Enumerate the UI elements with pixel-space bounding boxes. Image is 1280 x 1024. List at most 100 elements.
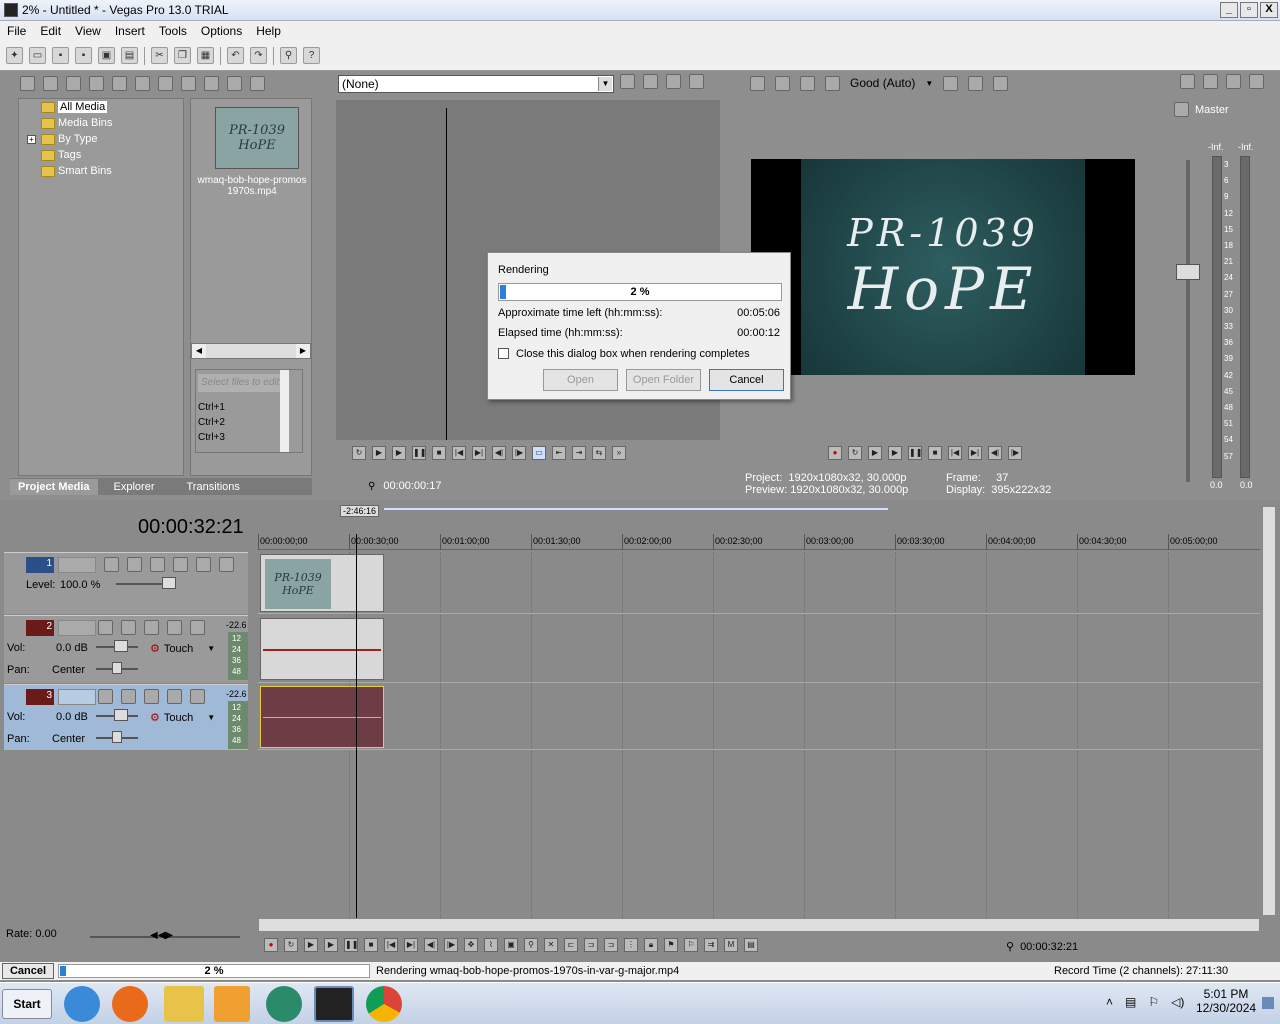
track-header-3[interactable]: 3 -22.6 12 24 36 48 Vol: 0.0 dB ⚙ Touch …: [4, 684, 248, 750]
vegas-pro-icon[interactable]: [314, 986, 354, 1022]
stop-icon[interactable]: ■: [432, 446, 446, 460]
go-to-end-icon[interactable]: ▶|: [968, 446, 982, 460]
pause-icon[interactable]: ❚❚: [908, 446, 922, 460]
go-to-start-icon[interactable]: |◀: [452, 446, 466, 460]
track-name-field[interactable]: [58, 557, 96, 573]
open-button[interactable]: Open: [543, 369, 618, 391]
trimmer-dropdown[interactable]: (None) ▼: [338, 75, 614, 93]
auto-ripple-icon[interactable]: ⇉: [704, 938, 718, 952]
close-when-done-checkbox[interactable]: [498, 348, 509, 359]
prev-frame-icon[interactable]: ◀|: [424, 938, 438, 952]
go-to-start-icon[interactable]: |◀: [384, 938, 398, 952]
video-preview[interactable]: PR-1039 HoPE: [751, 159, 1135, 375]
gear-icon[interactable]: ⚙: [150, 711, 160, 724]
preview-quality[interactable]: Good (Auto): [850, 76, 915, 90]
render-icon[interactable]: ▣: [98, 47, 115, 64]
trim-mode-icon[interactable]: ▭: [532, 446, 546, 460]
external-monitor-icon[interactable]: [775, 75, 790, 91]
zoom-tool-icon[interactable]: ⚲: [524, 938, 538, 952]
media-h-scrollbar[interactable]: ◀ ▶: [191, 343, 311, 359]
audio-lane-3[interactable]: [258, 684, 1260, 750]
save-snapshot-icon[interactable]: [993, 75, 1009, 91]
tree-tags[interactable]: Tags: [41, 149, 81, 161]
play-icon[interactable]: ▶: [392, 446, 406, 460]
scroll-right-icon[interactable]: ▶: [296, 344, 310, 358]
prev-frame-icon[interactable]: ◀|: [988, 446, 1002, 460]
solo-icon[interactable]: [190, 689, 205, 704]
master-fader-handle[interactable]: [1176, 264, 1200, 280]
enable-snapping-icon[interactable]: ⚲: [280, 47, 297, 64]
show-hidden-icon[interactable]: ˄: [1106, 995, 1113, 1009]
tree-by-type[interactable]: By Type: [41, 133, 98, 145]
properties-icon[interactable]: ▤: [121, 47, 138, 64]
trim-start-icon[interactable]: ⊐: [584, 938, 598, 952]
arm-record-icon[interactable]: [98, 689, 113, 704]
pan-slider-handle[interactable]: [112, 731, 122, 743]
play-icon[interactable]: ▶: [888, 446, 902, 460]
vol-slider-handle[interactable]: [114, 640, 128, 652]
loop-icon[interactable]: ↻: [284, 938, 298, 952]
more-icon[interactable]: »: [612, 446, 626, 460]
split-screen-icon[interactable]: [825, 75, 840, 91]
paste-icon[interactable]: ▦: [197, 47, 214, 64]
normal-edit-tool-icon[interactable]: ✥: [464, 938, 478, 952]
chrome-icon[interactable]: [366, 986, 402, 1022]
cut-icon[interactable]: ✂: [151, 47, 168, 64]
next-frame-icon[interactable]: |▶: [444, 938, 458, 952]
insert-region-icon[interactable]: ⚐: [684, 938, 698, 952]
video-fx-icon[interactable]: [800, 75, 815, 91]
track-header-2[interactable]: 2 -22.6 12 24 36 48 Vol: 0.0 dB ⚙ Touch …: [4, 615, 248, 683]
track-motion-icon[interactable]: [127, 557, 142, 572]
chevron-down-icon[interactable]: ▼: [925, 79, 933, 88]
automation-mode[interactable]: Touch: [164, 643, 193, 655]
undo-icon[interactable]: ↶: [227, 47, 244, 64]
search-icon[interactable]: [112, 75, 127, 91]
save-as-icon[interactable]: ▪: [75, 47, 92, 64]
expand-icon[interactable]: +: [27, 135, 36, 144]
stop-icon[interactable]: ■: [928, 446, 942, 460]
menu-file[interactable]: File: [0, 24, 33, 38]
maximize-button[interactable]: ▫: [1240, 2, 1258, 18]
go-to-end-icon[interactable]: ▶|: [472, 446, 486, 460]
vol-slider-handle[interactable]: [114, 709, 128, 721]
browser-icon[interactable]: [266, 986, 302, 1022]
video-clip[interactable]: PR-1039 HoPE: [260, 554, 384, 612]
chevron-down-icon[interactable]: ▼: [207, 713, 215, 722]
solo-icon[interactable]: [190, 620, 205, 635]
tree-all-media[interactable]: All Media: [41, 101, 108, 113]
go-to-start-icon[interactable]: |◀: [948, 446, 962, 460]
add-to-timeline-icon[interactable]: ⇆: [592, 446, 606, 460]
automation-mode[interactable]: Touch: [164, 712, 193, 724]
clock[interactable]: 5:01 PM 12/30/2024: [1196, 987, 1256, 1015]
timeline-h-scrollbar[interactable]: [258, 918, 1260, 932]
track-fx-icon[interactable]: [144, 620, 159, 635]
rate-slider-handle[interactable]: ◀◀▶: [150, 930, 173, 941]
import-media-icon[interactable]: [20, 75, 35, 91]
status-cancel-button[interactable]: Cancel: [2, 963, 54, 979]
insert-marker-icon[interactable]: ⚑: [664, 938, 678, 952]
trimmer-option-icon[interactable]: [620, 74, 635, 89]
pan-slider-handle[interactable]: [112, 662, 122, 674]
tree-smart-bins[interactable]: Smart Bins: [41, 165, 112, 177]
menu-options[interactable]: Options: [194, 24, 249, 38]
whats-this-icon[interactable]: ?: [303, 47, 320, 64]
mixer-properties-icon[interactable]: [1180, 74, 1195, 89]
timeline-v-scrollbar[interactable]: [1262, 506, 1276, 916]
menu-help[interactable]: Help: [249, 24, 288, 38]
split-icon[interactable]: ⋮: [624, 938, 638, 952]
menu-tools[interactable]: Tools: [152, 24, 194, 38]
envelope-tool-icon[interactable]: ⌇: [484, 938, 498, 952]
invert-phase-icon[interactable]: [121, 620, 136, 635]
media-fx-icon[interactable]: [158, 75, 173, 91]
level-slider-handle[interactable]: [162, 577, 176, 589]
tag-input[interactable]: Select files to edit tag: [198, 374, 282, 392]
flag-icon[interactable]: ⚐: [1148, 995, 1159, 1009]
loop-icon[interactable]: ↻: [352, 446, 366, 460]
loop-icon[interactable]: ↻: [848, 446, 862, 460]
tab-explorer[interactable]: Explorer: [98, 481, 171, 493]
play-icon[interactable]: ▶: [324, 938, 338, 952]
trimmer-clear-icon[interactable]: [666, 74, 681, 89]
menu-edit[interactable]: Edit: [33, 24, 68, 38]
dim-output-icon[interactable]: [1226, 74, 1241, 89]
play-icon[interactable]: [204, 75, 219, 91]
